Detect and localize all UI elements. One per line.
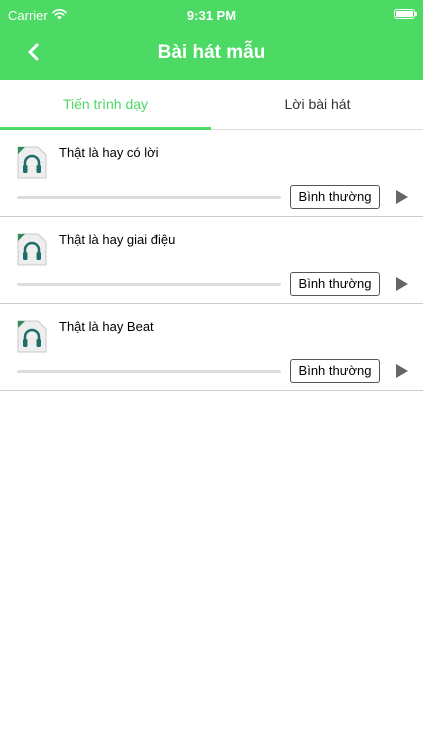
song-row: Thật là hay giai điệu Bình thường — [0, 217, 423, 304]
play-icon[interactable] — [393, 188, 411, 206]
speed-button[interactable]: Bình thường — [290, 359, 380, 383]
progress-slider[interactable] — [17, 283, 281, 286]
speed-button[interactable]: Bình thường — [290, 272, 380, 296]
play-icon[interactable] — [393, 362, 411, 380]
tab-bar: Tiến trình dạy Lời bài hát — [0, 80, 423, 130]
tab-teaching-progress[interactable]: Tiến trình dạy — [0, 80, 211, 130]
tab-lyrics[interactable]: Lời bài hát — [212, 80, 423, 130]
song-title: Thật là hay giai điệu — [59, 232, 176, 247]
play-icon[interactable] — [393, 275, 411, 293]
status-bar: Carrier 9:31 PM — [0, 0, 423, 30]
page-title: Bài hát mẫu — [157, 42, 266, 63]
speed-button[interactable]: Bình thường — [290, 185, 380, 209]
progress-slider[interactable] — [17, 196, 281, 199]
headphones-file-icon — [17, 320, 47, 353]
song-row: Thật là hay Beat Bình thường — [0, 304, 423, 391]
battery-icon — [394, 9, 417, 19]
headphones-file-icon — [17, 233, 47, 266]
song-list: Thật là hay có lời Bình thường Thật là h… — [0, 130, 423, 391]
headphones-file-icon — [17, 146, 47, 179]
song-row: Thật là hay có lời Bình thường — [0, 130, 423, 217]
song-title: Thật là hay có lời — [59, 145, 159, 160]
nav-header: Carrier 9:31 PM Bài hát mẫu — [0, 0, 423, 80]
status-time: 9:31 PM — [186, 8, 237, 23]
song-title: Thật là hay Beat — [59, 319, 154, 334]
progress-slider[interactable] — [17, 370, 281, 373]
